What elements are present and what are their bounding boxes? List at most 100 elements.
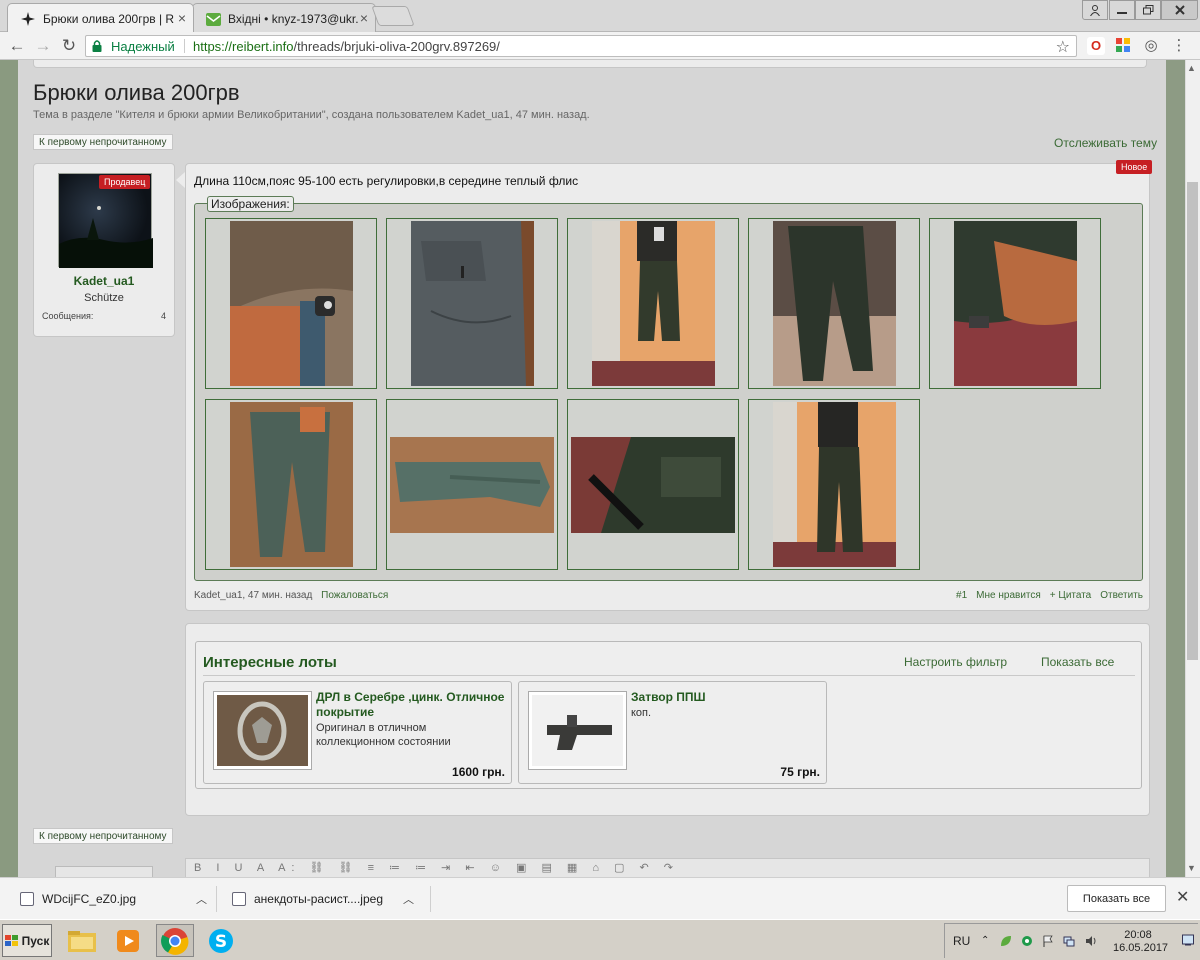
quote-link[interactable]: + Цитата xyxy=(1050,590,1091,601)
profile-icon[interactable] xyxy=(1082,0,1108,20)
lock-icon xyxy=(92,40,102,52)
page-background-left xyxy=(0,60,18,877)
green-circle-tray-icon[interactable] xyxy=(1021,935,1033,947)
lot-price: 1600 грн. xyxy=(452,765,505,779)
forward-arrow-icon[interactable]: → xyxy=(32,36,54,56)
download-item[interactable]: WDcijFC_eZ0.jpg ︿ xyxy=(20,888,207,910)
address-bar[interactable]: Надежный https://reibert.info/threads/br… xyxy=(85,35,1077,57)
gallery-image[interactable] xyxy=(386,399,558,570)
start-label: Пуск xyxy=(21,933,50,948)
post-actions: #1 Мне нравится + Цитата Ответить xyxy=(956,590,1143,601)
show-all-lots-link[interactable]: Показать все xyxy=(1041,655,1114,669)
gallery-image[interactable] xyxy=(567,218,739,389)
fleece-lining-photo-icon xyxy=(953,221,1077,386)
chrome-icon[interactable] xyxy=(156,924,194,957)
page-title: Брюки олива 200грв xyxy=(33,80,240,105)
lot-image[interactable] xyxy=(528,691,627,770)
file-explorer-icon[interactable] xyxy=(63,924,101,957)
image-file-icon xyxy=(232,892,246,906)
top-panel-edge xyxy=(33,60,1147,68)
gallery-image[interactable] xyxy=(386,218,558,389)
report-link[interactable]: Пожаловаться xyxy=(321,590,388,601)
scroll-down-icon[interactable]: ▼ xyxy=(1187,863,1196,873)
pants-on-carpet-photo-icon xyxy=(772,221,896,386)
gallery-image[interactable] xyxy=(748,218,920,389)
message-count-row: Сообщения: 4 xyxy=(42,311,166,321)
mail-favicon-icon xyxy=(205,11,221,27)
show-all-downloads-button[interactable]: Показать все xyxy=(1067,885,1166,912)
interesting-lots-panel: Интересные лоты Настроить фильтр Показат… xyxy=(185,623,1150,816)
reply-editor-toolbar[interactable]: B I U A A: ⛓ ⛓ ≡ ≔ ≔ ⇥ ⇤ ☺ ▣ ▤ ▦ ⌂ ▢ ↶ ↷ xyxy=(185,858,1150,878)
first-unread-button-bottom[interactable]: К первому непрочитанному xyxy=(33,828,173,844)
like-link[interactable]: Мне нравится xyxy=(976,590,1041,601)
volume-tray-icon[interactable] xyxy=(1085,935,1097,947)
leaf-tray-icon[interactable] xyxy=(1000,935,1012,947)
page-background-right xyxy=(1166,60,1185,877)
lot-card[interactable]: ДРЛ в Серебре ,цинк. Отличное покрытие О… xyxy=(203,681,512,784)
filter-settings-link[interactable]: Настроить фильтр xyxy=(904,655,1007,669)
lot-card[interactable]: Затвор ППШ коп. 75 грн. xyxy=(518,681,827,784)
close-download-bar-icon[interactable]: ✕ xyxy=(1176,887,1189,907)
tab-reibert[interactable]: Брюки олива 200грв | R × xyxy=(7,3,194,32)
gallery-image[interactable] xyxy=(567,399,739,570)
watch-thread-link[interactable]: Отслеживать тему xyxy=(1054,136,1157,150)
gallery-image[interactable] xyxy=(929,218,1101,389)
tab-strip: Брюки олива 200грв | R × Вхідні • knyz-1… xyxy=(0,0,1200,32)
chevron-up-icon[interactable]: ︿ xyxy=(403,891,414,907)
scrollbar-thumb[interactable] xyxy=(1187,182,1198,660)
chevron-up-icon[interactable]: ︿ xyxy=(196,891,207,907)
tray-expand-icon[interactable]: ⌃ xyxy=(981,935,989,946)
gallery-image[interactable] xyxy=(205,218,377,389)
thread-subtitle: Тема в разделе "Кителя и брюки армии Вел… xyxy=(33,109,590,121)
lot-title[interactable]: ДРЛ в Серебре ,цинк. Отличное покрытие xyxy=(316,690,506,720)
window-close-icon[interactable] xyxy=(1161,0,1198,20)
lots-divider xyxy=(203,675,1135,676)
show-desktop-icon[interactable] xyxy=(1182,934,1194,946)
tab-title: Брюки олива 200грв | R xyxy=(43,12,175,26)
new-tab-button[interactable] xyxy=(371,6,415,26)
post-message: Длина 110см,пояс 95-100 есть регулировки… xyxy=(194,174,579,188)
restore-icon[interactable] xyxy=(1135,0,1161,20)
clock-time: 20:08 xyxy=(1124,929,1152,941)
gallery-label: Изображения: xyxy=(207,196,294,212)
close-tab-icon[interactable]: × xyxy=(178,10,186,26)
username[interactable]: Kadet_ua1 xyxy=(34,274,174,288)
address-divider xyxy=(184,39,185,53)
post-number-link[interactable]: #1 xyxy=(956,590,967,601)
menu-icon[interactable]: ⋮ xyxy=(1170,37,1188,55)
gallery-image[interactable] xyxy=(748,399,920,570)
minimize-icon[interactable] xyxy=(1109,0,1135,20)
lot-description: Оригинал в отличном коллекционном состоя… xyxy=(316,722,451,748)
gallery-image[interactable] xyxy=(205,399,377,570)
messages-count: 4 xyxy=(160,311,166,321)
network-tray-icon[interactable] xyxy=(1063,935,1075,947)
language-indicator[interactable]: RU xyxy=(953,934,970,948)
skype-icon[interactable]: S xyxy=(202,924,240,957)
security-label: Надежный xyxy=(111,39,175,54)
media-player-icon[interactable] xyxy=(109,924,147,957)
lot-price: 75 грн. xyxy=(780,765,820,779)
reload-icon[interactable]: ↻ xyxy=(58,36,80,56)
scroll-up-icon[interactable]: ▲ xyxy=(1187,63,1196,73)
download-item[interactable]: анекдоты-расист....jpeg ︿ xyxy=(232,888,414,910)
close-tab-icon[interactable]: × xyxy=(360,10,368,26)
flag-tray-icon[interactable] xyxy=(1042,935,1054,947)
system-tray: RU ⌃ 20:08 16.05.2017 xyxy=(944,923,1198,958)
bookmark-star-icon[interactable]: ☆ xyxy=(1056,37,1070,57)
first-unread-button[interactable]: К первому непрочитанному xyxy=(33,134,173,150)
lot-image[interactable] xyxy=(213,691,312,770)
post-panel: Длина 110см,пояс 95-100 есть регулировки… xyxy=(185,163,1150,611)
tab-email[interactable]: Вхідні • knyz-1973@ukr. × xyxy=(192,3,376,32)
back-arrow-icon[interactable]: ← xyxy=(6,36,28,56)
download-divider xyxy=(216,886,217,912)
download-filename: WDcijFC_eZ0.jpg xyxy=(42,892,137,906)
person-back-view-photo-icon xyxy=(772,402,896,567)
clock[interactable]: 20:08 16.05.2017 xyxy=(1113,929,1168,955)
lots-title: Интересные лоты xyxy=(203,654,337,671)
extension-pinwheel-icon[interactable] xyxy=(1114,37,1132,55)
start-button[interactable]: Пуск xyxy=(2,924,52,957)
lot-title[interactable]: Затвор ППШ xyxy=(631,690,821,705)
extension-red-icon[interactable]: O xyxy=(1087,37,1105,55)
extension-circle-icon[interactable]: ◎ xyxy=(1142,37,1160,55)
reply-link[interactable]: Ответить xyxy=(1100,590,1143,601)
